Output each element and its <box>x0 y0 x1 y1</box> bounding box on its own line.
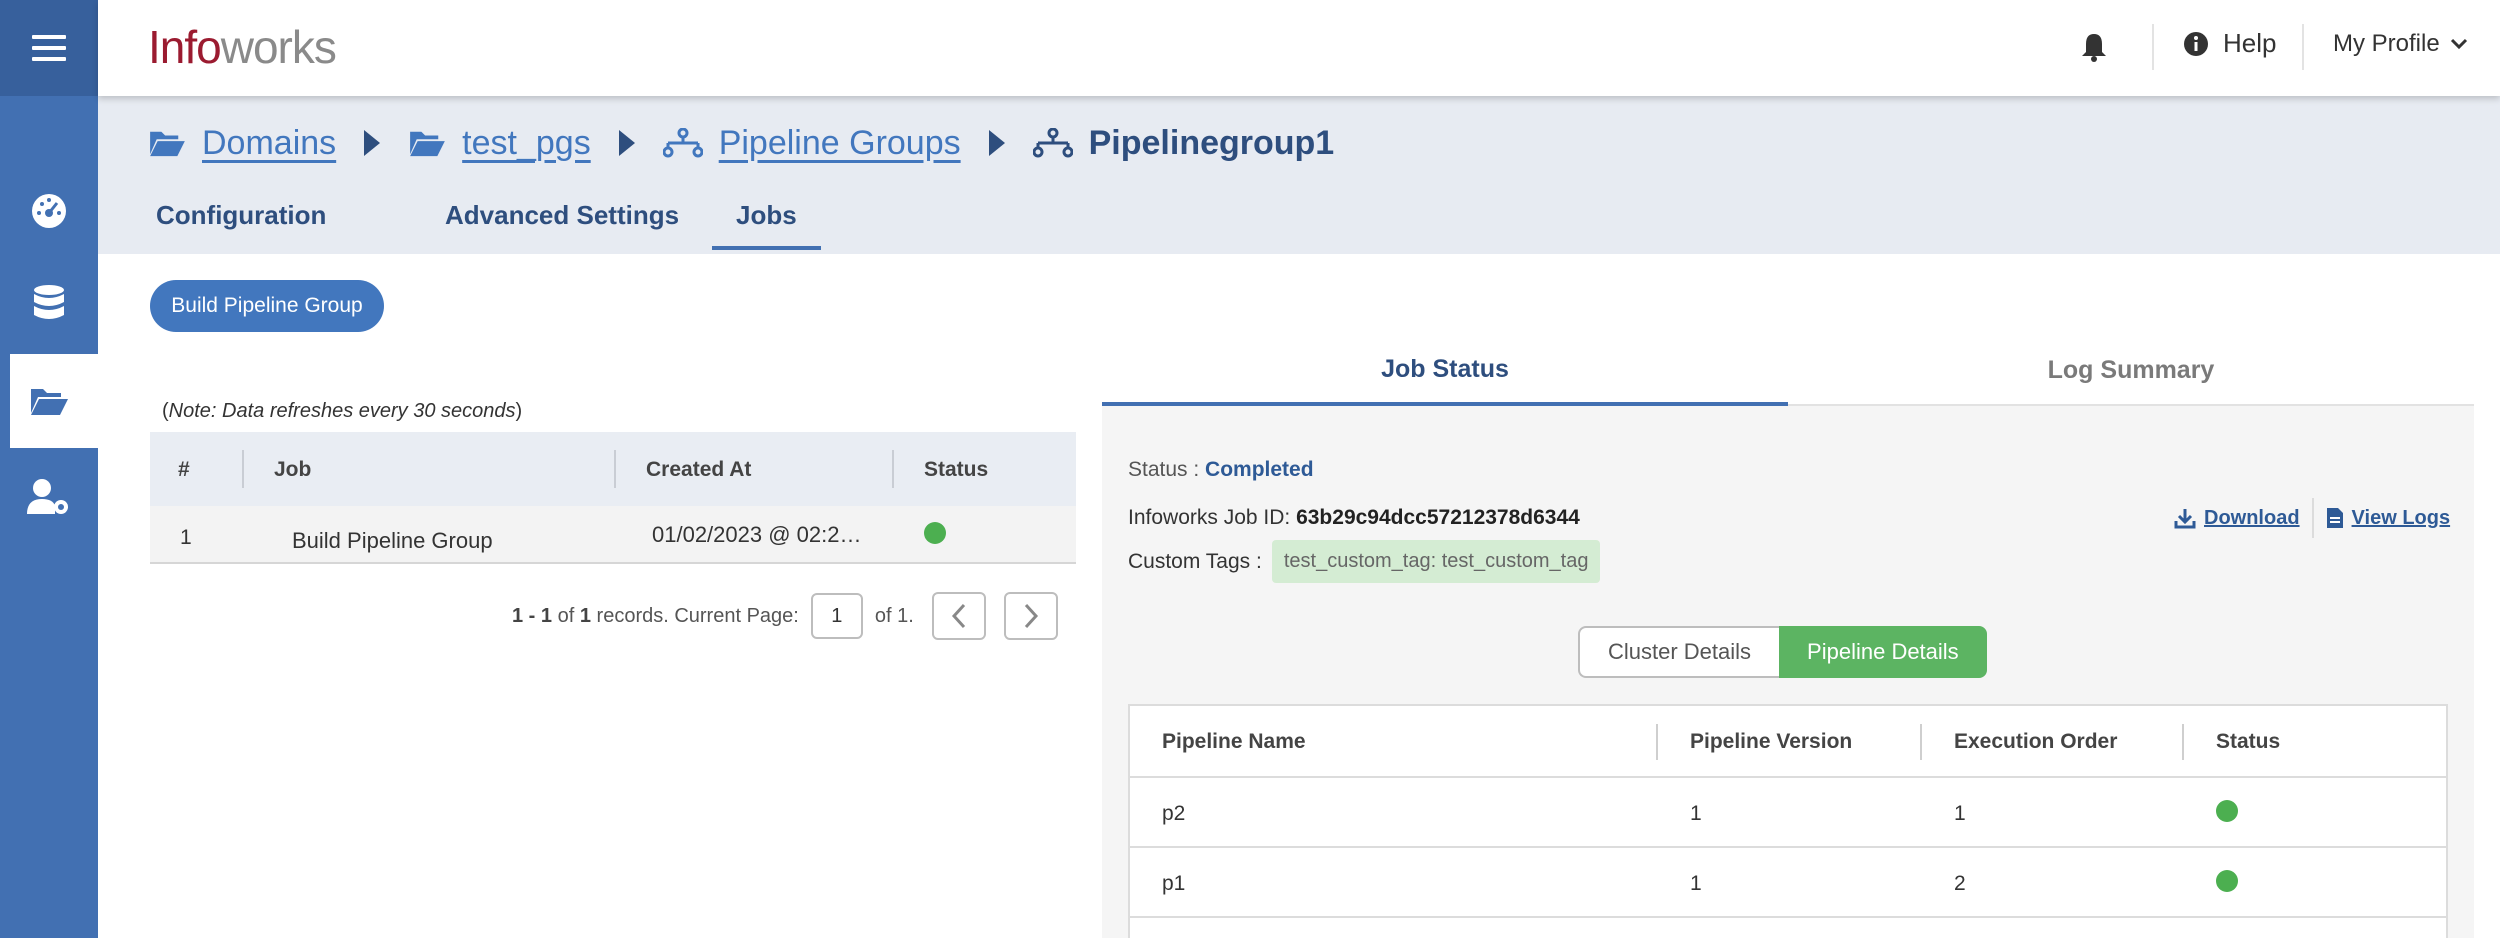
chevron-left-icon <box>951 603 965 629</box>
page-number-input[interactable] <box>810 593 863 639</box>
job-created-at: 01/02/2023 @ 02:2… <box>652 522 862 547</box>
help-label: Help <box>2223 28 2277 58</box>
column-header-job[interactable]: Job <box>274 458 311 482</box>
jobs-table-header: # Job Created At Status <box>150 432 1076 506</box>
column-header-number[interactable]: # <box>178 458 190 482</box>
column-header-status[interactable]: Status <box>2216 730 2280 754</box>
job-id-value: 63b29c94dcc57212378d6344 <box>1296 506 1580 529</box>
info-icon <box>2184 31 2208 56</box>
top-header: Infoworks Help My Profile <box>98 0 2500 96</box>
breadcrumb-separator-icon <box>364 130 381 156</box>
column-header-status[interactable]: Status <box>924 458 988 482</box>
next-page-button[interactable] <box>1003 592 1058 640</box>
bell-icon <box>2082 34 2106 62</box>
cluster-details-button[interactable]: Cluster Details <box>1578 626 1780 678</box>
breadcrumb-item-domain[interactable]: test_pgs <box>408 124 591 163</box>
menu-button[interactable] <box>0 0 98 96</box>
pipeline-status-indicator <box>2216 870 2238 898</box>
infoworks-logo: Infoworks <box>148 21 337 73</box>
sidebar-item-data[interactable] <box>0 256 98 350</box>
table-row[interactable]: 1 Build Pipeline Group 01/02/2023 @ 02:2… <box>150 506 1076 564</box>
job-status-value: Completed <box>1205 458 1314 481</box>
pipeline-execution-order: 2 <box>1954 872 1966 895</box>
job-status-line: Status : Completed <box>1128 458 1314 481</box>
job-number: 1 <box>180 526 192 549</box>
pipeline-icon <box>1032 128 1073 158</box>
breadcrumb-item-pipeline-groups[interactable]: Pipeline Groups <box>662 124 961 163</box>
pipeline-name[interactable]: p1 <box>1162 872 1185 896</box>
table-row[interactable]: p2 1 1 <box>1130 778 2446 848</box>
job-status-panel: Status : Completed Infoworks Job ID: 63b… <box>1102 406 2474 938</box>
chevron-down-icon <box>2450 38 2467 50</box>
custom-tags: Custom Tags : test_custom_tag: test_cust… <box>1128 540 1601 583</box>
file-icon <box>2326 508 2343 528</box>
page-header: Domains test_pgs Pipeline Groups Pipelin… <box>98 96 2500 254</box>
sidebar <box>0 0 98 938</box>
tab-configuration[interactable]: Configuration <box>156 200 326 231</box>
breadcrumb-link[interactable]: Domains <box>202 124 336 163</box>
pipeline-status-indicator <box>2216 800 2238 828</box>
user-settings-icon <box>27 479 68 514</box>
column-header-pipeline-name[interactable]: Pipeline Name <box>1162 730 1306 754</box>
pipeline-details-button[interactable]: Pipeline Details <box>1779 626 1987 678</box>
pipeline-name[interactable]: p2 <box>1162 802 1185 826</box>
job-id-line: Infoworks Job ID: 63b29c94dcc57212378d63… <box>1128 506 1580 529</box>
chevron-right-icon <box>1024 603 1038 629</box>
job-detail-tabs: Job Status Log Summary <box>1102 336 2474 406</box>
header-divider <box>2152 24 2154 70</box>
jobs-table: # Job Created At Status 1 Build Pipeline… <box>150 432 1076 564</box>
job-status-indicator <box>924 522 946 550</box>
column-header-execution-order[interactable]: Execution Order <box>1954 730 2117 754</box>
custom-tag-badge: test_custom_tag: test_custom_tag <box>1271 540 1601 583</box>
breadcrumb-link[interactable]: Pipeline Groups <box>719 124 961 163</box>
breadcrumb-link[interactable]: test_pgs <box>462 124 591 163</box>
notifications-button[interactable] <box>2081 32 2107 67</box>
pipelines-table: Pipeline Name Pipeline Version Execution… <box>1128 704 2448 938</box>
header-divider <box>2302 24 2304 70</box>
breadcrumb-separator-icon <box>618 130 635 156</box>
pipelines-table-header: Pipeline Name Pipeline Version Execution… <box>1130 706 2446 778</box>
job-actions: Download View Logs <box>2174 498 2450 538</box>
prev-page-button[interactable] <box>931 592 986 640</box>
dashboard-icon <box>32 194 66 228</box>
profile-label: My Profile <box>2333 30 2440 57</box>
tab-log-summary[interactable]: Log Summary <box>1788 336 2474 406</box>
column-header-created-at[interactable]: Created At <box>646 458 751 482</box>
build-pipeline-group-button[interactable]: Build Pipeline Group <box>150 280 384 332</box>
tab-job-status[interactable]: Job Status <box>1102 336 1788 406</box>
sidebar-item-dashboard[interactable] <box>0 164 98 258</box>
sidebar-item-domains[interactable] <box>0 354 98 448</box>
sidebar-item-admin[interactable] <box>0 450 98 544</box>
view-logs-link[interactable]: View Logs <box>2326 507 2450 530</box>
refresh-note: (Note: Data refreshes every 30 seconds) <box>162 400 523 422</box>
pipeline-icon <box>662 128 703 158</box>
folder-open-icon <box>31 389 68 415</box>
table-row[interactable]: p1 1 2 <box>1130 848 2446 918</box>
details-toggle: Cluster Details Pipeline Details <box>1578 626 1987 678</box>
breadcrumb-current: Pipelinegroup1 <box>1032 123 1335 163</box>
breadcrumb-separator-icon <box>988 130 1005 156</box>
folder-open-icon <box>150 131 185 157</box>
pipeline-version: 1 <box>1690 802 1702 825</box>
hamburger-icon <box>32 35 66 61</box>
breadcrumb-item-domains[interactable]: Domains <box>148 124 336 163</box>
pipeline-version: 1 <box>1690 872 1702 895</box>
tab-advanced-settings[interactable]: Advanced Settings <box>445 200 679 231</box>
database-icon <box>34 285 64 319</box>
page-title: Pipelinegroup1 <box>1088 123 1335 162</box>
breadcrumb: Domains test_pgs Pipeline Groups Pipelin… <box>148 118 1334 168</box>
pipeline-execution-order: 1 <box>1954 802 1966 825</box>
tab-jobs[interactable]: Jobs <box>712 200 821 250</box>
help-button[interactable]: Help <box>2183 28 2276 59</box>
pagination: 1 - 1 of 1 records. Current Page: of 1. <box>512 592 1058 640</box>
download-icon <box>2174 509 2196 529</box>
column-header-pipeline-version[interactable]: Pipeline Version <box>1690 730 1852 754</box>
job-name[interactable]: Build Pipeline Group <box>292 528 493 554</box>
folder-open-icon <box>410 131 445 157</box>
download-link[interactable]: Download <box>2174 507 2300 530</box>
profile-menu[interactable]: My Profile <box>2333 30 2468 58</box>
